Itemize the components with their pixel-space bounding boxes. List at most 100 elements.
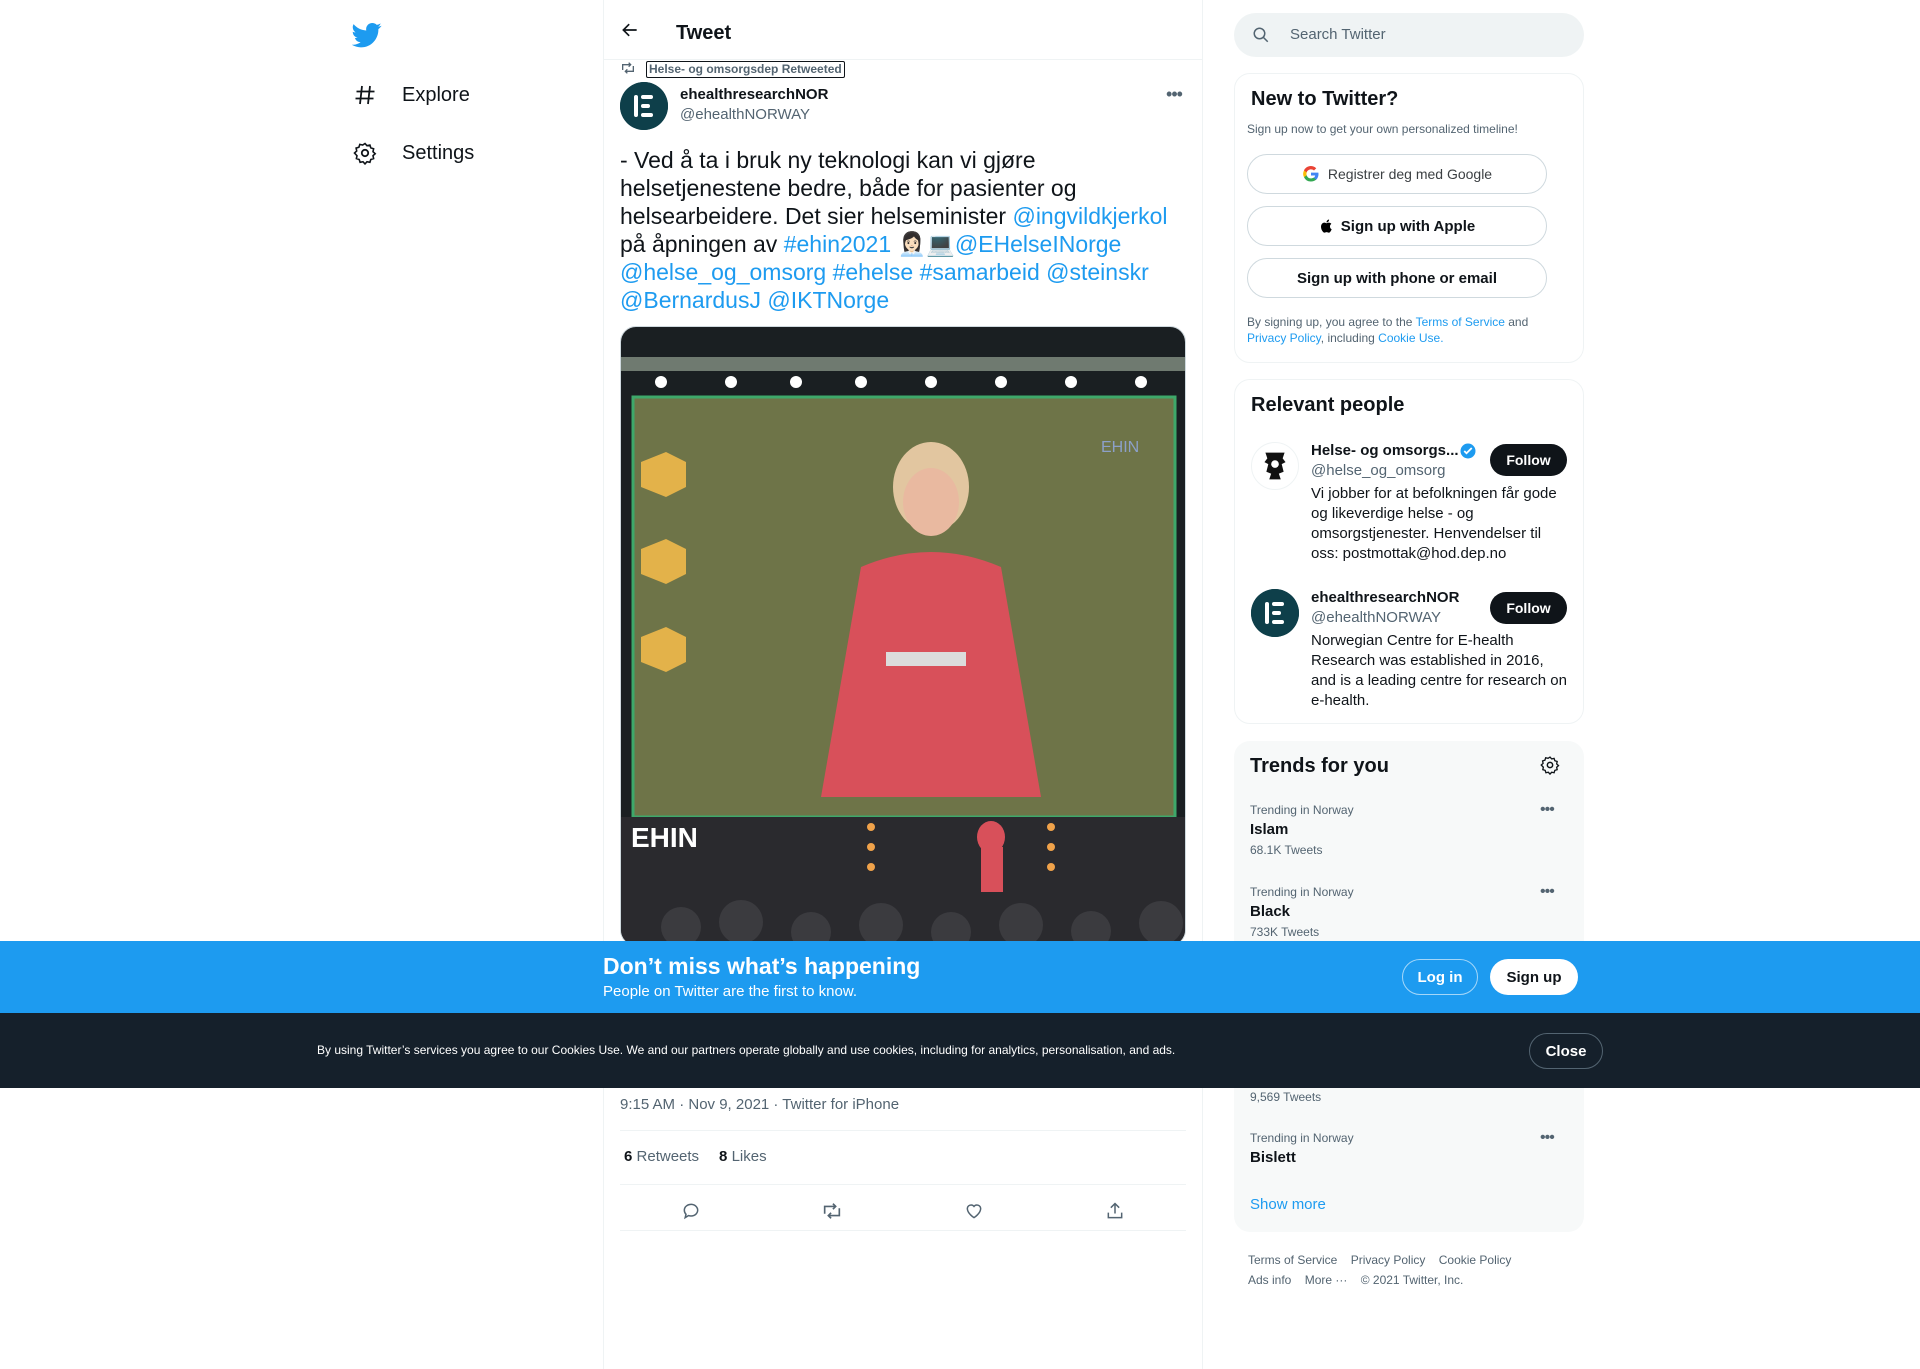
nav-settings[interactable]: Settings — [350, 133, 474, 173]
search-box[interactable]: Search Twitter — [1234, 13, 1584, 57]
phone-signup-label: Sign up with phone or email — [1296, 269, 1497, 287]
retweet-context: Helse- og omsorgsdep Retweeted — [620, 60, 845, 78]
trends-title: Trends for you — [1250, 755, 1389, 777]
cookie-text: By using Twitter’s services you agree to… — [317, 1043, 1176, 1057]
trend-name[interactable]: Bislett — [1250, 1149, 1296, 1166]
hashtag-link[interactable]: #samarbeid — [920, 259, 1040, 285]
trend-name[interactable]: Islam — [1250, 821, 1288, 838]
cookie-link[interactable]: Cookie Use. — [1378, 331, 1443, 345]
mention-link[interactable]: @EHelseINorge — [955, 231, 1122, 257]
tweet-timestamp[interactable]: 9:15 AM · Nov 9, 2021 · Twitter for iPho… — [620, 1096, 899, 1113]
footer-cookie-link[interactable]: Cookie Policy — [1439, 1253, 1512, 1267]
show-more-link[interactable]: Show more — [1250, 1196, 1326, 1213]
search-icon — [1252, 26, 1270, 44]
signup-title: New to Twitter? — [1251, 88, 1399, 110]
back-arrow-icon[interactable] — [620, 20, 642, 42]
privacy-link[interactable]: Privacy Policy — [1247, 331, 1321, 345]
twitter-logo-icon[interactable] — [351, 20, 382, 50]
signup-button[interactable]: Sign up — [1490, 959, 1578, 995]
signup-card: New to Twitter? Sign up now to get your … — [1234, 73, 1584, 363]
tweet-photo[interactable]: EHIN EHIN — [620, 326, 1186, 946]
tweet-stats: 6 Retweets 8 Likes — [624, 1148, 767, 1165]
google-icon — [1302, 165, 1320, 183]
legal-text: and — [1504, 315, 1529, 329]
terms-link[interactable]: Terms of Service — [1416, 315, 1505, 329]
hashtag-link[interactable]: #ehelse — [833, 259, 914, 285]
author-name[interactable]: ehealthresearchNOR — [680, 86, 828, 103]
nav-explore-label: Explore — [402, 83, 470, 106]
more-options-icon[interactable]: ••• — [1540, 1129, 1555, 1147]
person-avatar[interactable] — [1251, 589, 1299, 637]
mention-link[interactable]: @BernardusJ — [620, 287, 761, 313]
trend-name[interactable]: Black — [1250, 903, 1290, 920]
likes-label: Likes — [731, 1148, 767, 1165]
tweet-column: Tweet Helse- og omsorgsdep Retweeted ehe… — [603, 0, 1203, 1369]
signup-banner: Don’t miss what’s happening People on Tw… — [0, 941, 1920, 1013]
more-options-icon[interactable]: ••• — [1540, 883, 1555, 901]
banner-title: Don’t miss what’s happening — [603, 953, 921, 979]
nav-settings-label: Settings — [402, 141, 475, 164]
more-options-icon[interactable]: ••• — [1540, 801, 1555, 819]
svg-text:EHIN: EHIN — [1101, 439, 1139, 456]
mention-link[interactable]: @IKTNorge — [767, 287, 889, 313]
gear-icon — [350, 138, 380, 168]
hashtag-link[interactable]: #ehin2021 — [784, 231, 891, 257]
footer-links: Terms of Service Privacy Policy Cookie P… — [1248, 1250, 1568, 1290]
apple-signup-label: Sign up with Apple — [1340, 217, 1476, 235]
login-button[interactable]: Log in — [1402, 959, 1478, 995]
mention-link[interactable]: @steinskr — [1046, 259, 1149, 285]
tweet-text: - Ved å ta i bruk ny teknologi kan vi gj… — [620, 146, 1180, 314]
person-handle[interactable]: @helse_og_omsorg — [1311, 462, 1445, 479]
legal-text: , including — [1320, 331, 1379, 345]
nav-explore[interactable]: Explore — [350, 75, 470, 115]
divider — [620, 1130, 1186, 1131]
person-handle[interactable]: @ehealthNORWAY — [1311, 609, 1441, 626]
cookie-banner: By using Twitter’s services you agree to… — [0, 1013, 1920, 1088]
svg-text:EHIN: EHIN — [631, 822, 698, 853]
close-button[interactable]: Close — [1529, 1033, 1603, 1069]
follow-button[interactable]: Follow — [1490, 444, 1567, 476]
more-options-icon[interactable]: ••• — [1164, 84, 1184, 104]
phone-signup-button[interactable]: Sign up with phone or email — [1247, 258, 1547, 298]
author-handle[interactable]: @ehealthNORWAY — [680, 106, 810, 123]
google-signup-button[interactable]: Registrer deg med Google — [1247, 154, 1547, 194]
verified-icon — [1459, 442, 1477, 465]
apple-signup-button[interactable]: Sign up with Apple — [1247, 206, 1547, 246]
retweet-icon[interactable] — [820, 1199, 844, 1223]
mention-link[interactable]: @helse_og_omsorg — [620, 259, 826, 285]
retweeted-by-link[interactable]: Helse- og omsorgsdep Retweeted — [646, 60, 845, 78]
trend-context: Trending in Norway — [1250, 803, 1354, 817]
gear-icon[interactable] — [1540, 755, 1560, 780]
search-placeholder: Search Twitter — [1290, 26, 1386, 43]
footer-more-link[interactable]: More ··· — [1305, 1273, 1348, 1287]
banner-subtitle: People on Twitter are the first to know. — [603, 983, 858, 1000]
page-title: Tweet — [676, 22, 732, 44]
retweets-label: Retweets — [636, 1148, 700, 1165]
person-avatar[interactable] — [1251, 442, 1299, 490]
retweets-stat[interactable]: 6 Retweets — [624, 1148, 699, 1165]
tweet-text-segment: på åpningen av — [620, 231, 784, 257]
trend-context: Trending in Norway — [1250, 1131, 1354, 1145]
reply-icon[interactable] — [679, 1199, 703, 1223]
footer-terms-link[interactable]: Terms of Service — [1248, 1253, 1337, 1267]
person-name[interactable]: ehealthresearchNOR — [1311, 589, 1459, 606]
trend-count: 733K Tweets — [1250, 925, 1320, 939]
person-name[interactable]: Helse- og omsorgs... — [1311, 442, 1459, 459]
trend-count: 9,569 Tweets — [1250, 1090, 1322, 1104]
legal-text: By signing up, you agree to the — [1247, 315, 1416, 329]
retweet-icon — [620, 60, 636, 79]
footer-ads-link[interactable]: Ads info — [1248, 1273, 1291, 1287]
share-icon[interactable] — [1103, 1199, 1127, 1223]
person-bio: Norwegian Centre for E-health Research w… — [1311, 632, 1567, 709]
likes-stat[interactable]: 8 Likes — [719, 1148, 767, 1165]
author-avatar[interactable] — [620, 82, 668, 130]
google-signup-label: Registrer deg med Google — [1327, 166, 1493, 182]
mention-link[interactable]: @ingvildkjerkol — [1012, 203, 1167, 229]
footer-privacy-link[interactable]: Privacy Policy — [1351, 1253, 1426, 1267]
trend-context: Trending in Norway — [1250, 885, 1354, 899]
follow-button[interactable]: Follow — [1490, 592, 1567, 624]
signup-subtitle: Sign up now to get your own personalized… — [1247, 122, 1518, 136]
tweet-text-segment: - Ved å ta i bruk ny teknologi kan vi gj… — [620, 147, 1077, 229]
relevant-people-card: Relevant people Helse- og omsorgs... @he… — [1234, 379, 1584, 724]
like-icon[interactable] — [962, 1199, 986, 1223]
